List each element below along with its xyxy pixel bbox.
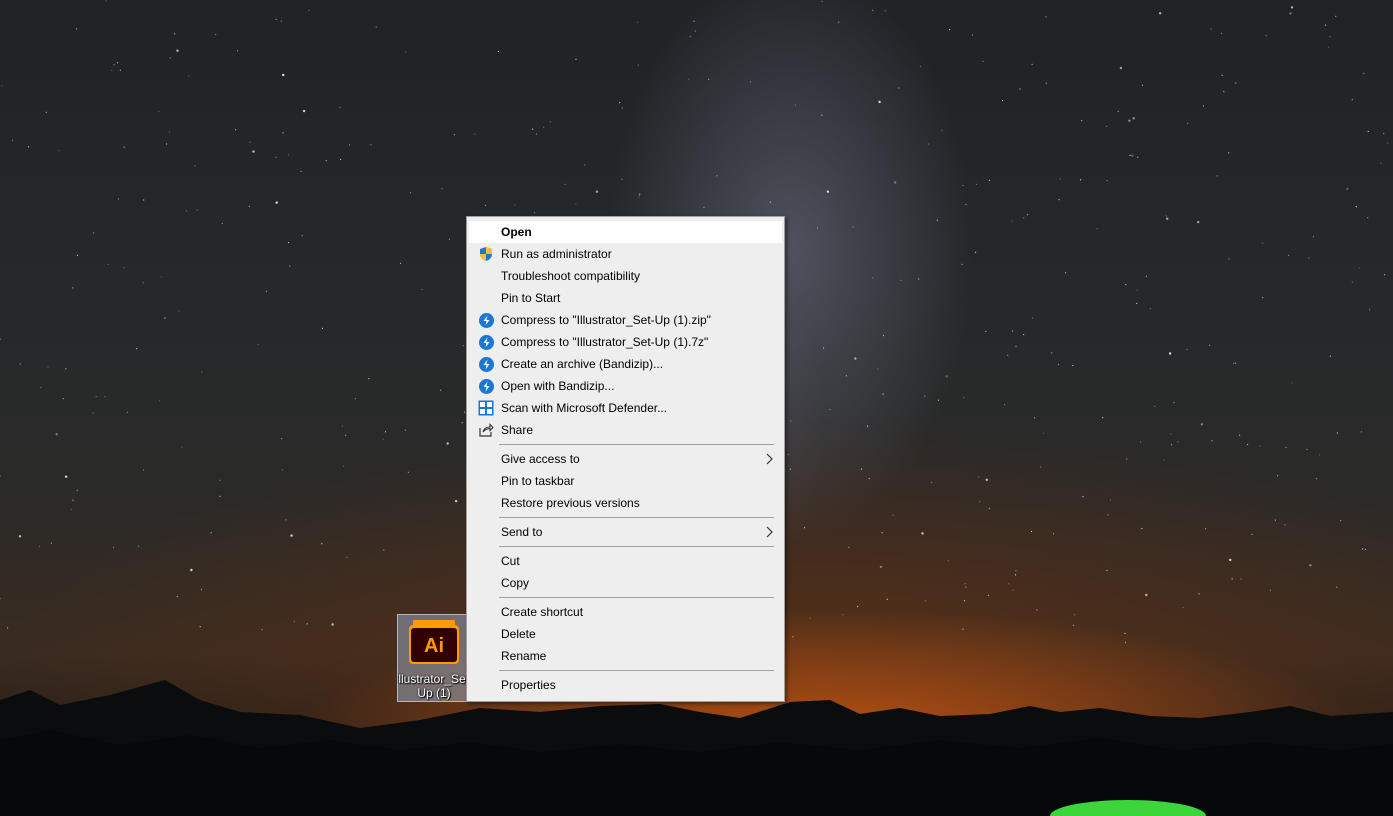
menu-item-label: Open with Bandizip... [501, 379, 615, 393]
defender-icon [478, 400, 494, 416]
menu-separator [499, 444, 774, 445]
adobe-illustrator-icon: Ai [409, 620, 459, 664]
chevron-right-icon [766, 526, 773, 538]
menu-item-label: Delete [501, 627, 536, 641]
bandizip-icon [479, 357, 494, 372]
menu-item-open-with-bandizip[interactable]: Open with Bandizip... [469, 375, 782, 397]
illustrator-glyph: Ai [424, 635, 444, 657]
menu-item-label: Send to [501, 525, 543, 539]
menu-item-label: Share [501, 423, 534, 437]
menu-item-label: Run as administrator [501, 247, 612, 261]
menu-item-share[interactable]: Share [469, 419, 782, 441]
menu-item-send-to[interactable]: Send to [469, 521, 782, 543]
menu-separator [499, 597, 774, 598]
menu-item-compress-7z[interactable]: Compress to "Illustrator_Set-Up (1).7z" [469, 331, 782, 353]
menu-separator [499, 517, 774, 518]
desktop-icon-illustrator-setup[interactable]: Ai Illustrator_Set-Up (1) [397, 614, 469, 702]
menu-item-pin-to-taskbar[interactable]: Pin to taskbar [469, 470, 782, 492]
menu-item-restore-previous-versions[interactable]: Restore previous versions [469, 492, 782, 514]
menu-item-pin-to-start[interactable]: Pin to Start [469, 287, 782, 309]
menu-item-scan-defender[interactable]: Scan with Microsoft Defender... [469, 397, 782, 419]
chevron-right-icon [766, 453, 773, 465]
menu-item-label: Restore previous versions [501, 496, 640, 510]
menu-separator [499, 670, 774, 671]
bandizip-icon [479, 313, 494, 328]
menu-item-label: Scan with Microsoft Defender... [501, 401, 668, 415]
menu-item-label: Compress to "Illustrator_Set-Up (1).7z" [501, 335, 709, 349]
menu-item-label: Properties [501, 678, 556, 692]
menu-item-copy[interactable]: Copy [469, 572, 782, 594]
menu-item-create-archive[interactable]: Create an archive (Bandizip)... [469, 353, 782, 375]
uac-shield-icon [480, 247, 492, 261]
menu-item-properties[interactable]: Properties [469, 674, 782, 696]
menu-item-label: Rename [501, 649, 547, 663]
menu-item-label: Open [501, 225, 532, 239]
menu-item-open[interactable]: Open [469, 221, 782, 243]
menu-separator [499, 546, 774, 547]
menu-item-rename[interactable]: Rename [469, 645, 782, 667]
menu-item-troubleshoot-compatibility[interactable]: Troubleshoot compatibility [469, 265, 782, 287]
bandizip-icon [479, 379, 494, 394]
menu-item-run-as-administrator[interactable]: Run as administrator [469, 243, 782, 265]
menu-item-label: Give access to [501, 452, 580, 466]
desktop-icon-label: Illustrator_Set-Up (1) [397, 672, 469, 700]
menu-item-compress-zip[interactable]: Compress to "Illustrator_Set-Up (1).zip" [469, 309, 782, 331]
menu-item-give-access-to[interactable]: Give access to [469, 448, 782, 470]
menu-item-label: Pin to Start [501, 291, 561, 305]
menu-item-delete[interactable]: Delete [469, 623, 782, 645]
menu-item-create-shortcut[interactable]: Create shortcut [469, 601, 782, 623]
context-menu: Open Run as administrator Troubleshoot c… [466, 216, 785, 702]
menu-item-label: Cut [501, 554, 520, 568]
share-icon [479, 423, 494, 437]
desktop-background: Ai Illustrator_Set-Up (1) Open Run as ad… [0, 0, 1393, 816]
menu-item-cut[interactable]: Cut [469, 550, 782, 572]
bandizip-icon [479, 335, 494, 350]
menu-item-label: Create an archive (Bandizip)... [501, 357, 664, 371]
menu-item-label: Compress to "Illustrator_Set-Up (1).zip" [501, 313, 711, 327]
menu-item-label: Create shortcut [501, 605, 584, 619]
menu-item-label: Pin to taskbar [501, 474, 575, 488]
menu-item-label: Copy [501, 576, 530, 590]
menu-item-label: Troubleshoot compatibility [501, 269, 640, 283]
